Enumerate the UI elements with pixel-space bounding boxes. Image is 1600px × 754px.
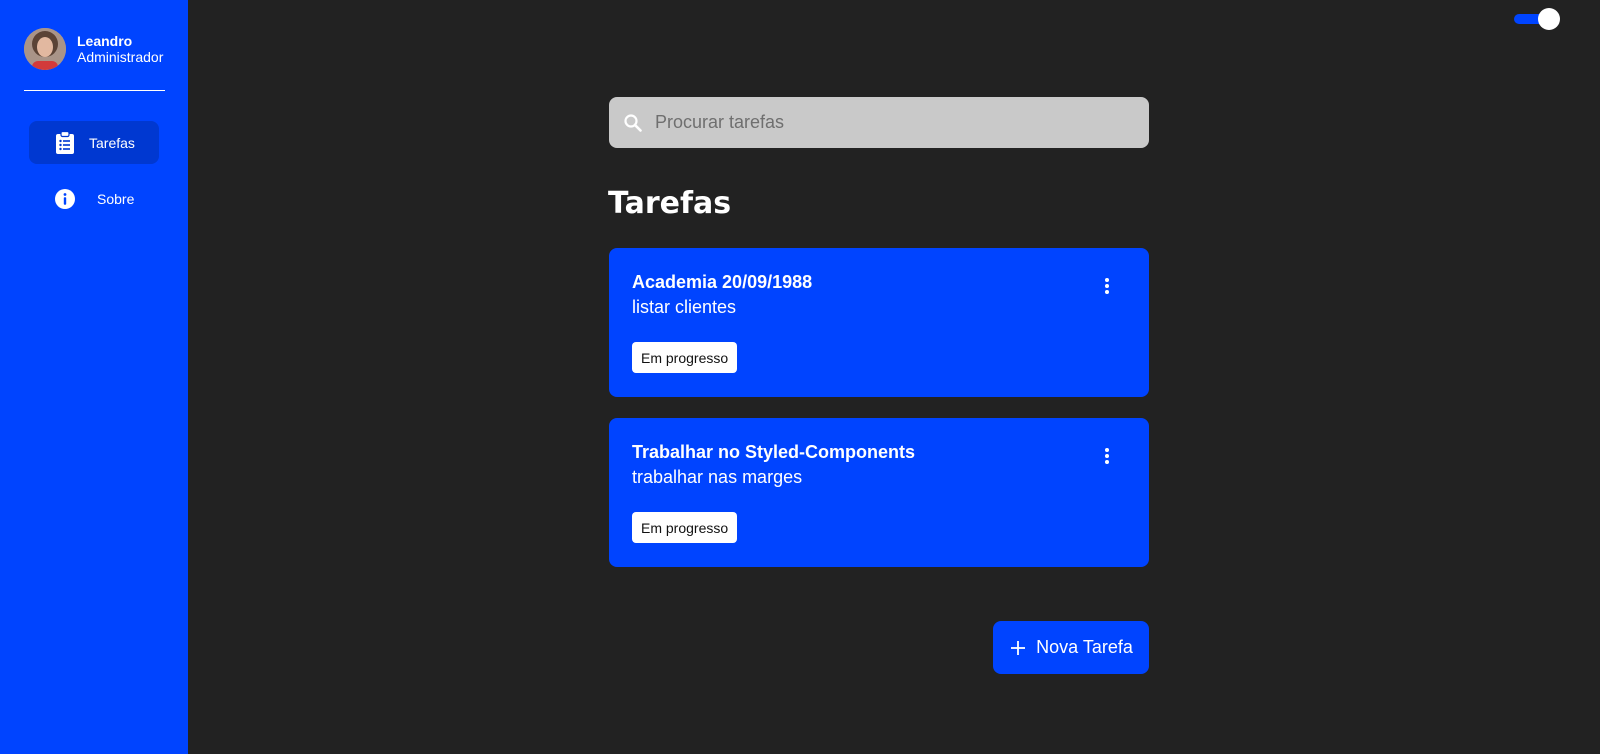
sidebar-item-tarefas[interactable]: Tarefas	[29, 121, 159, 164]
user-profile: Leandro Administrador	[24, 28, 163, 70]
task-card[interactable]: Trabalhar no Styled-Components trabalhar…	[609, 418, 1149, 567]
sidebar-item-sobre[interactable]: Sobre	[29, 177, 159, 220]
status-badge: Em progresso	[632, 342, 738, 373]
user-name: Leandro	[77, 33, 133, 49]
page-title: Tarefas	[608, 186, 732, 221]
sidebar-divider	[24, 90, 165, 91]
search-icon	[611, 97, 655, 148]
avatar	[24, 28, 66, 70]
new-task-button[interactable]: Nova Tarefa	[993, 621, 1149, 674]
task-description: listar clientes	[632, 297, 737, 317]
new-task-label: Nova Tarefa	[1036, 637, 1133, 657]
status-badge: Em progresso	[632, 512, 738, 543]
plus-icon	[1009, 639, 1027, 657]
search-input[interactable]	[655, 112, 1125, 133]
theme-toggle[interactable]	[1514, 8, 1560, 30]
task-card[interactable]: Academia 20/09/1988 listar clientes Em p…	[609, 248, 1149, 397]
task-title: Trabalhar no Styled-Components	[632, 442, 916, 462]
sidebar-item-label: Tarefas	[89, 134, 135, 151]
toggle-knob	[1538, 8, 1560, 30]
sidebar-item-label: Sobre	[97, 190, 135, 207]
app: Leandro Administrador Tarefas Sobre Proc…	[0, 0, 1600, 754]
more-vertical-icon[interactable]	[1095, 274, 1119, 298]
more-vertical-icon[interactable]	[1095, 444, 1119, 468]
task-description: trabalhar nas marges	[632, 467, 803, 487]
user-role: Administrador	[77, 49, 164, 65]
task-title: Academia 20/09/1988	[632, 272, 813, 292]
clipboard-list-icon	[54, 130, 76, 154]
info-icon	[54, 188, 76, 210]
sidebar: Leandro Administrador Tarefas Sobre	[0, 0, 188, 754]
search-bar	[609, 97, 1149, 148]
